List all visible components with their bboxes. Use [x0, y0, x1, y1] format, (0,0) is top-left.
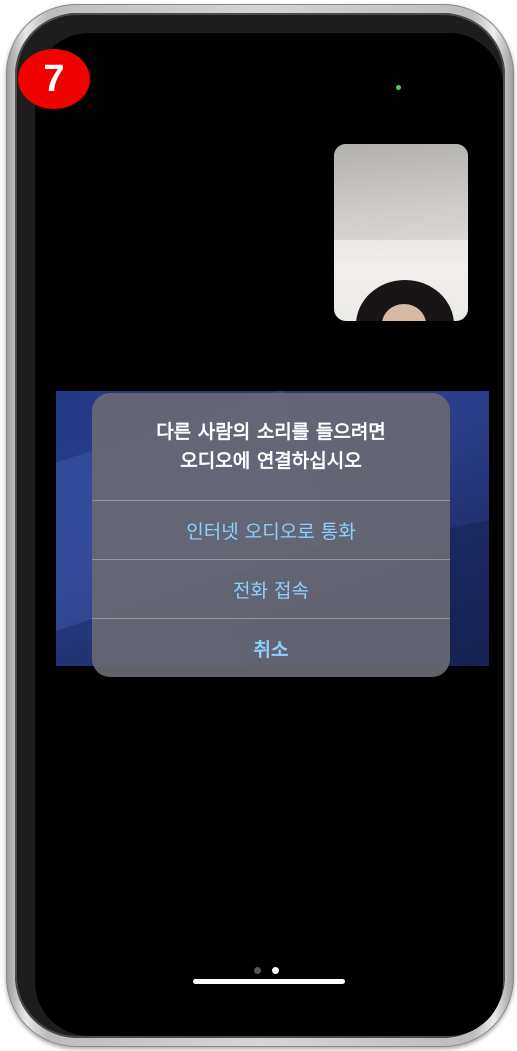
- internet-audio-call-button[interactable]: 인터넷 오디오로 통화: [92, 501, 450, 559]
- dialog-message-line2: 오디오에 연결하십시오: [180, 449, 362, 472]
- video-background: [334, 144, 468, 240]
- page-dot-inactive: [254, 967, 261, 974]
- dial-in-button[interactable]: 전화 접속: [92, 560, 450, 618]
- dialog-message: 다른 사람의 소리를 들으려면 오디오에 연결하십시오: [92, 393, 450, 500]
- page-dot-active: [272, 967, 279, 974]
- dialog-message-line1: 다른 사람의 소리를 들으려면: [156, 420, 386, 443]
- audio-connect-dialog: 다른 사람의 소리를 들으려면 오디오에 연결하십시오 인터넷 오디오로 통화 …: [92, 393, 450, 677]
- home-indicator[interactable]: [193, 979, 345, 984]
- step-number-badge: 7: [18, 49, 90, 109]
- self-video-thumbnail[interactable]: [334, 144, 468, 321]
- page-indicator[interactable]: [254, 967, 284, 975]
- camera-active-indicator-icon: [396, 85, 401, 90]
- cancel-button[interactable]: 취소: [92, 619, 450, 677]
